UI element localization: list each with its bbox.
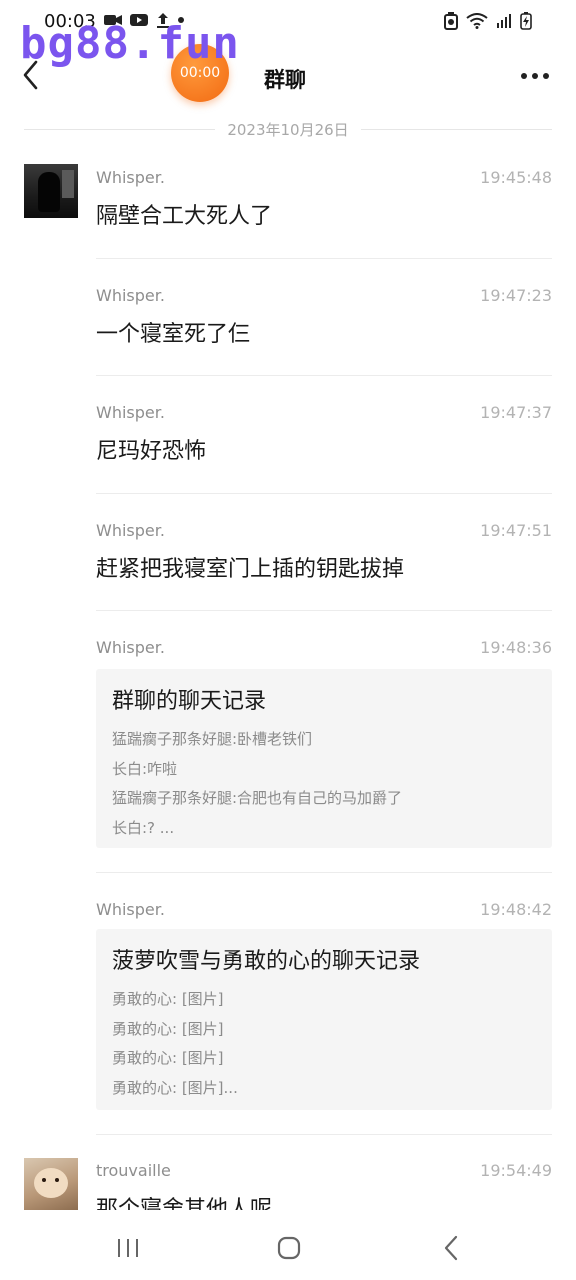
data-saver-icon <box>444 12 458 30</box>
signal-icon <box>497 14 511 28</box>
message-item[interactable]: Whisper. 19:48:42 菠萝吹雪与勇敢的心的聊天记录 勇敢的心: [… <box>96 900 552 1135</box>
dot-icon <box>532 73 538 79</box>
message-item[interactable]: trouvaille 19:54:49 那个寝舍其他人呢 <box>96 1161 552 1211</box>
chat-record-line: 勇敢的心: [图片] <box>112 1049 224 1067</box>
message-text: 尼玛好恐怖 <box>96 439 207 464</box>
chat-record-title: 菠萝吹雪与勇敢的心的聊天记录 <box>112 949 421 974</box>
message-item[interactable]: Whisper. 19:45:48 隔壁合工大死人了 <box>96 168 552 259</box>
message-separator <box>96 493 552 494</box>
message-sender: trouvaille <box>96 1161 171 1180</box>
message-item[interactable]: Whisper. 19:47:51 赶紧把我寝室门上插的钥匙拔掉 <box>96 521 552 611</box>
date-divider-text: 2023年10月26日 <box>227 120 349 139</box>
home-icon <box>277 1236 301 1260</box>
chat-record-card[interactable]: 菠萝吹雪与勇敢的心的聊天记录 勇敢的心: [图片] 勇敢的心: [图片] 勇敢的… <box>96 929 552 1110</box>
message-sender: Whisper. <box>96 168 165 187</box>
wifi-icon <box>466 13 488 29</box>
home-button[interactable] <box>269 1232 309 1264</box>
recent-apps-button[interactable] <box>108 1232 148 1264</box>
message-text: 赶紧把我寝室门上插的钥匙拔掉 <box>96 557 405 582</box>
message-separator <box>96 258 552 259</box>
date-divider: 2023年10月26日 <box>24 118 553 140</box>
message-item[interactable]: Whisper. 19:47:37 尼玛好恐怖 <box>96 403 552 494</box>
system-back-button[interactable] <box>432 1232 472 1264</box>
message-time: 19:47:51 <box>480 521 552 540</box>
chat-record-line: 勇敢的心: [图片]... <box>112 1078 238 1097</box>
battery-charging-icon <box>520 12 532 30</box>
chat-record-card[interactable]: 群聊的聊天记录 猛踹瘸子那条好腿:卧槽老铁们 长白:咋啦 猛踹瘸子那条好腿:合肥… <box>96 669 552 848</box>
chat-record-line: 猛踹瘸子那条好腿:合肥也有自己的马加爵了 <box>112 789 403 807</box>
message-separator <box>96 1134 552 1135</box>
more-options-button[interactable] <box>518 68 552 84</box>
chat-record-line: 长白:咋啦 <box>112 759 178 778</box>
message-text: 隔壁合工大死人了 <box>96 204 273 229</box>
message-sender: Whisper. <box>96 403 165 422</box>
message-time: 19:54:49 <box>480 1161 552 1180</box>
message-separator <box>96 610 552 611</box>
status-system-icons <box>444 12 532 30</box>
message-sender: Whisper. <box>96 900 165 919</box>
chevron-left-icon <box>444 1235 458 1261</box>
message-sender: Whisper. <box>96 638 165 657</box>
message-sender: Whisper. <box>96 286 165 305</box>
watermark-text: bg88.fun <box>20 18 240 69</box>
chat-record-line: 勇敢的心: [图片] <box>112 1019 224 1038</box>
divider-line <box>360 128 553 130</box>
message-item[interactable]: Whisper. 19:48:36 群聊的聊天记录 猛踹瘸子那条好腿:卧槽老铁们… <box>96 638 552 873</box>
message-time: 19:47:23 <box>480 286 552 305</box>
chat-record-line: 长白:? ... <box>112 818 175 837</box>
chat-record-line: 猛踹瘸子那条好腿:卧槽老铁们 <box>112 730 313 748</box>
message-item[interactable]: Whisper. 19:47:23 一个寝室死了仨 <box>96 286 552 376</box>
message-time: 19:48:36 <box>480 638 552 657</box>
message-time: 19:47:37 <box>480 403 552 422</box>
avatar[interactable] <box>24 164 78 218</box>
dot-icon <box>521 73 527 79</box>
divider-line <box>24 128 216 130</box>
message-sender: Whisper. <box>96 521 165 540</box>
page-title-text: 群聊 <box>264 68 306 92</box>
chat-record-title: 群聊的聊天记录 <box>112 689 267 714</box>
message-separator <box>96 872 552 873</box>
dot-icon <box>543 73 549 79</box>
system-navigation-bar <box>0 1210 576 1280</box>
message-text: 那个寝舍其他人呢 <box>96 1197 273 1211</box>
avatar[interactable] <box>24 1158 78 1212</box>
message-time: 19:45:48 <box>480 168 552 187</box>
recent-apps-icon <box>118 1239 138 1257</box>
message-separator <box>96 375 552 376</box>
message-text: 一个寝室死了仨 <box>96 322 251 347</box>
message-time: 19:48:42 <box>480 900 552 919</box>
chat-record-line: 勇敢的心: [图片] <box>112 990 224 1008</box>
